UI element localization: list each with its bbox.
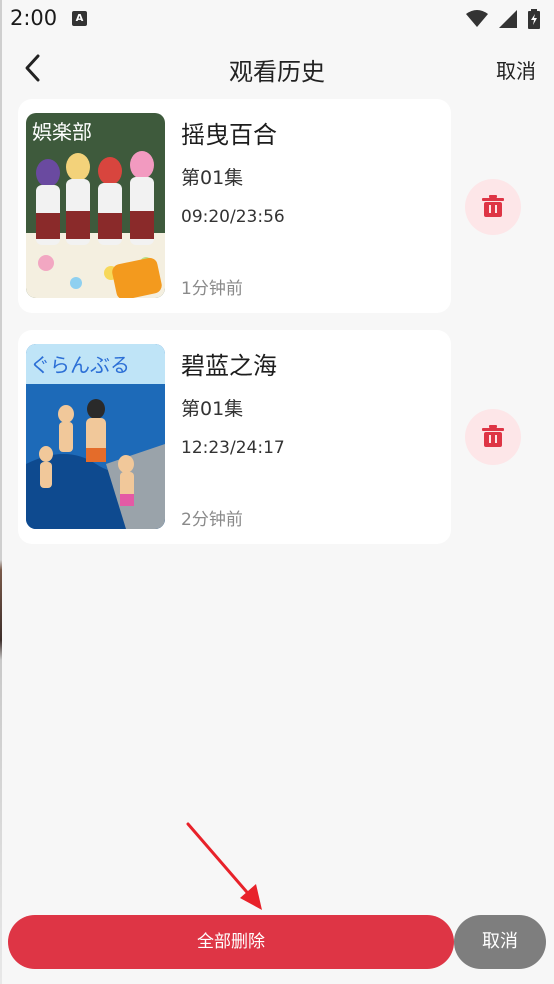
- status-bar: 2:00 A: [0, 0, 554, 36]
- watched-time-ago: 1分钟前: [181, 279, 243, 299]
- trash-icon: [482, 425, 504, 447]
- page-title: 观看历史: [229, 58, 325, 86]
- wifi-icon: [465, 9, 488, 27]
- status-time: 2:00: [10, 6, 58, 30]
- poster-thumbnail: ぐらんぶる: [26, 344, 165, 529]
- anime-title: 摇曳百合: [181, 121, 277, 149]
- delete-item-button[interactable]: [465, 409, 521, 465]
- bottom-cancel-button[interactable]: 取消: [454, 915, 546, 969]
- watch-progress: 12:23/24:17: [181, 438, 285, 458]
- episode-label: 第01集: [181, 167, 244, 189]
- trash-icon: [482, 195, 504, 217]
- watched-time-ago: 2分钟前: [181, 510, 243, 530]
- poster-title-text: ぐらんぶる: [30, 353, 130, 377]
- delete-item-button[interactable]: [465, 179, 521, 235]
- watch-progress: 09:20/23:56: [181, 207, 285, 227]
- history-item[interactable]: ぐらんぶる 碧蓝之海 第01集 12:23/24:17 2分钟前: [18, 330, 451, 544]
- anime-title: 碧蓝之海: [181, 352, 277, 380]
- annotation-arrow-icon: [186, 822, 262, 910]
- poster-title-text: 娯楽部: [32, 120, 92, 144]
- notification-icon: A: [72, 11, 87, 26]
- status-icons: [460, 8, 540, 29]
- header-cancel-button[interactable]: 取消: [496, 55, 536, 84]
- window-edge: [0, 0, 2, 984]
- delete-all-button[interactable]: 全部删除: [8, 915, 454, 969]
- battery-charging-icon: [528, 8, 540, 29]
- poster-thumbnail: 娯楽部: [26, 113, 165, 298]
- signal-icon: [498, 9, 517, 28]
- app-header: 观看历史 取消: [0, 44, 554, 92]
- history-item[interactable]: 娯楽部 摇曳百合 第01集 09:20/23:56 1分钟前: [18, 99, 451, 313]
- episode-label: 第01集: [181, 398, 244, 420]
